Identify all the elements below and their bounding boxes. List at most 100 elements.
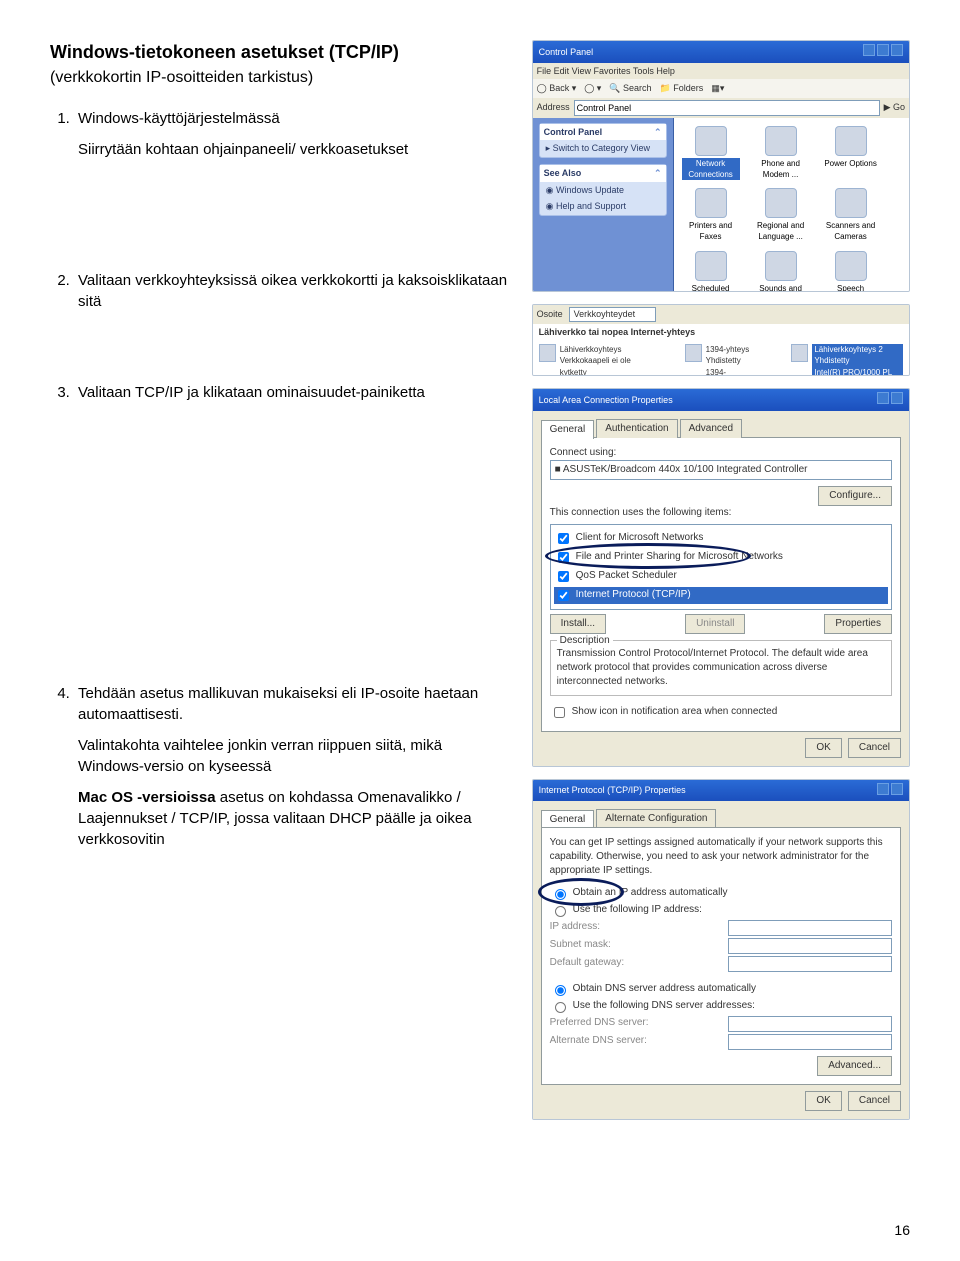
windows-update-link[interactable]: ◉ Windows Update [540,182,666,199]
step-3: Valitaan TCP/IP ja klikataan ominaisuude… [74,382,512,403]
network-icon [791,344,808,362]
side-panel: Control Panel ⌃ ▸ Switch to Category View… [533,118,674,292]
pdns-label: Preferred DNS server: [550,1016,649,1032]
tab-authentication[interactable]: Authentication [596,419,677,438]
collapse-icon[interactable]: ⌃ [654,167,662,180]
chk-client[interactable] [558,533,569,544]
tab-general[interactable]: General [541,420,595,439]
dialog-title: Internet Protocol (TCP/IP) Properties [539,784,686,797]
phone-modem-icon[interactable]: Phone and Modem ... [752,126,810,180]
ok-button[interactable]: OK [805,738,841,758]
ip-address-label: IP address: [550,920,600,936]
control-panel-screenshot: Control Panel File Edit View Favorites T… [532,40,910,292]
connection-2[interactable]: 1394-yhteys Yhdistetty 1394-verkkosoviti… [685,344,762,376]
collapse-icon[interactable]: ⌃ [654,126,662,139]
dialog-buttons[interactable] [875,392,903,408]
step-4-line-3: Mac OS -versioissa asetus on kohdassa Om… [78,787,512,850]
radio-obtain-ip-auto-label: Obtain an IP address automatically [573,886,728,900]
radio-obtain-dns-auto[interactable] [555,985,566,996]
tcpip-item-selected[interactable]: Internet Protocol (TCP/IP) [554,587,888,604]
install-button[interactable]: Install... [550,614,606,634]
chk-tcpip[interactable] [558,590,569,601]
components-listbox[interactable]: Client for Microsoft Networks File and P… [550,524,892,610]
configure-button[interactable]: Configure... [818,486,892,506]
ok-button[interactable]: OK [805,1091,841,1111]
forward-button[interactable]: ◯ ▾ [584,82,601,95]
step-2: Valitaan verkkoyhteyksissä oikea verkkok… [74,270,512,312]
window-titlebar[interactable]: Control Panel [533,41,909,63]
printers-faxes-icon[interactable]: Printers and Faxes [682,188,740,242]
help-support-link[interactable]: ◉ Help and Support [540,198,666,215]
menu-bar[interactable]: File Edit View Favorites Tools Help [533,63,909,80]
instruction-text: Windows-tietokoneen asetukset (TCP/IP) (… [50,40,512,1120]
description-text: Transmission Control Protocol/Internet P… [557,647,885,689]
search-button[interactable]: 🔍 Search [609,82,651,95]
uses-items-label: This connection uses the following items… [550,506,892,520]
folders-button[interactable]: 📁 Folders [660,82,704,95]
regional-language-icon[interactable]: Regional and Language ... [752,188,810,242]
section-header: Lähiverkko tai nopea Internet-yhteys [533,324,909,341]
radio-use-ip[interactable] [555,906,566,917]
tab-alternate[interactable]: Alternate Configuration [596,809,716,828]
icon-pane: Network Connections Phone and Modem ... … [674,118,909,292]
radio-use-dns[interactable] [555,1002,566,1013]
back-button[interactable]: ◯ Back ▾ [537,82,577,95]
subnet-label: Subnet mask: [550,938,611,954]
cancel-button[interactable]: Cancel [848,738,901,758]
advanced-button[interactable]: Advanced... [817,1056,892,1076]
connect-using-label: Connect using: [550,446,892,460]
speech-icon[interactable]: Speech [822,251,880,292]
tab-advanced[interactable]: Advanced [680,419,742,438]
adns-field [728,1034,892,1050]
properties-button[interactable]: Properties [824,614,892,634]
sidebox-2-title: See Also [544,167,582,180]
intro-text: You can get IP settings assigned automat… [550,836,892,878]
network-icon [539,344,556,362]
page-subtitle: (verkkokortin IP-osoitteiden tarkistus) [50,67,512,89]
show-icon-checkbox[interactable] [554,707,565,718]
macos-label: Mac OS -versioissa [78,789,216,806]
ip-address-field [728,920,892,936]
sidebox-1-title: Control Panel [544,126,603,139]
dialog-title: Local Area Connection Properties [539,394,673,407]
step-4: Tehdään asetus mallikuvan mukaiseksi eli… [74,683,512,850]
scanners-cameras-icon[interactable]: Scanners and Cameras [822,188,880,242]
network-connections-icon[interactable]: Network Connections [682,126,740,180]
radio-use-ip-label: Use the following IP address: [573,903,702,917]
switch-category-view-link[interactable]: ▸ Switch to Category View [540,140,666,157]
scheduled-tasks-icon[interactable]: Scheduled Tasks [682,251,740,292]
adns-label: Alternate DNS server: [550,1034,647,1050]
sounds-audio-icon[interactable]: Sounds and Audio Devices [752,251,810,292]
window-buttons[interactable] [861,44,903,60]
step-1: Windows-käyttöjärjestelmässä Siirrytään … [74,108,512,160]
network-icon [685,344,702,362]
chk-qos[interactable] [558,571,569,582]
gateway-field [728,956,892,972]
go-button[interactable]: ▶ Go [884,101,905,114]
description-label: Description [557,634,613,648]
pdns-field [728,1016,892,1032]
dialog-titlebar[interactable]: Internet Protocol (TCP/IP) Properties [533,780,909,802]
dialog-buttons[interactable] [875,783,903,799]
page-title: Windows-tietokoneen asetukset (TCP/IP) [50,40,512,65]
address-value[interactable]: Verkkoyhteydet [569,307,657,322]
step-4-line-1: Tehdään asetus mallikuvan mukaiseksi eli… [78,683,512,725]
show-icon-label: Show icon in notification area when conn… [572,705,778,719]
chk-fileshare[interactable] [558,552,569,563]
network-connections-screenshot: Osoite Verkkoyhteydet Lähiverkko tai nop… [532,304,910,376]
connection-1[interactable]: Lähiverkkoyhteys Verkkokaapeli ei ole ky… [539,344,655,376]
address-input[interactable] [574,100,880,116]
dialog-titlebar[interactable]: Local Area Connection Properties [533,389,909,411]
connection-3-selected[interactable]: Lähiverkkoyhteys 2 Yhdistetty Intel(R) P… [791,344,903,376]
toolbar[interactable]: ◯ Back ▾ ◯ ▾ 🔍 Search 📁 Folders ▦▾ [533,79,909,98]
address-label: Address [537,101,570,114]
radio-obtain-ip-auto[interactable] [555,889,566,900]
gateway-label: Default gateway: [550,956,625,972]
power-options-icon[interactable]: Power Options [822,126,880,180]
views-button[interactable]: ▦▾ [711,82,724,95]
cancel-button[interactable]: Cancel [848,1091,901,1111]
subnet-field [728,938,892,954]
step-1-line-1: Windows-käyttöjärjestelmässä [78,108,512,129]
adapter-field: ■ ASUSTeK/Broadcom 440x 10/100 Integrate… [550,460,892,480]
window-title: Control Panel [539,46,594,59]
